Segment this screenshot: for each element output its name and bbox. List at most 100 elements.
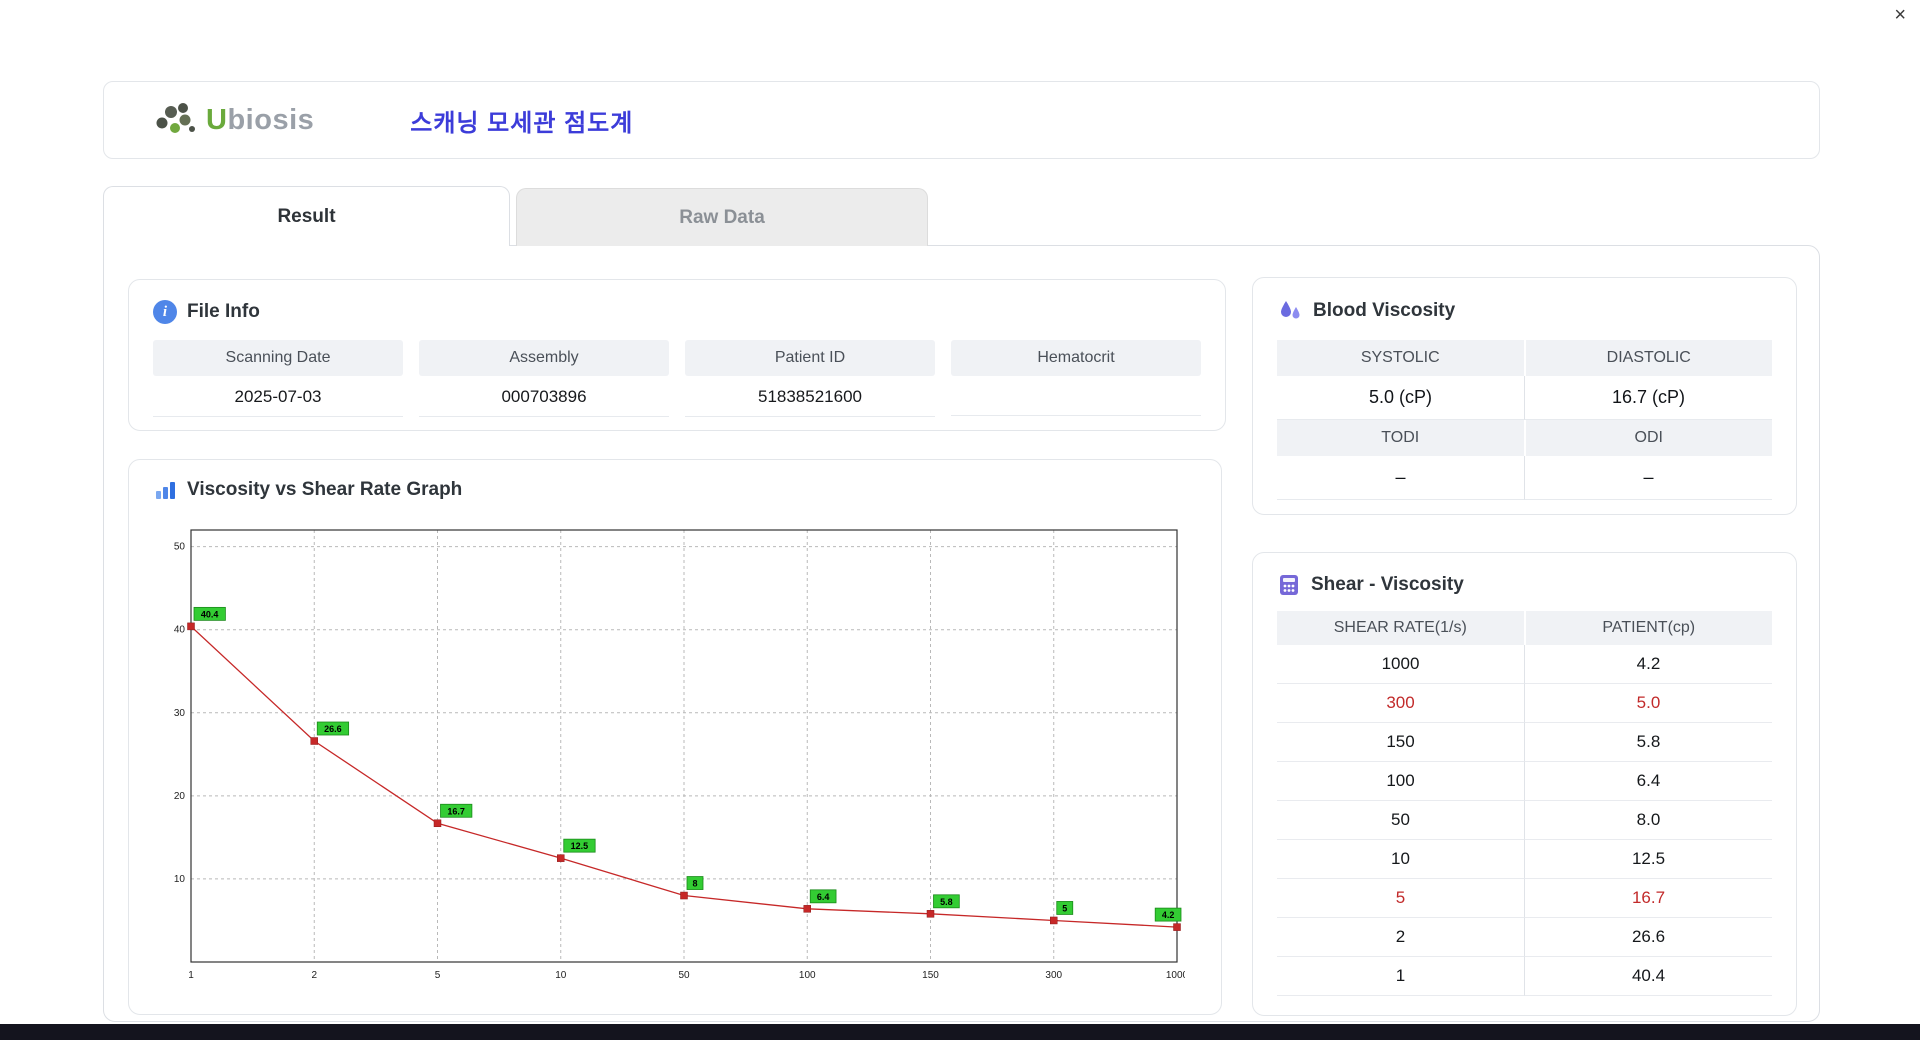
blood-viscosity-grid: SYSTOLIC DIASTOLIC 5.0 (cP) 16.7 (cP) TODI OD… xyxy=(1277,340,1772,500)
svg-text:40.4: 40.4 xyxy=(201,609,219,619)
shear-table-cell: 5 xyxy=(1277,879,1524,918)
file-info-header: i File Info xyxy=(153,300,1201,324)
blood-viscosity-value: 16.7 (cP) xyxy=(1524,376,1772,420)
viscosity-chart: 10 20 30 40 50 1 2 5 10 50 100 150 300 1000 40.4 26.6 16… xyxy=(174,529,1189,981)
close-icon[interactable]: × xyxy=(1894,5,1906,25)
shear-table-cell: 1000 xyxy=(1277,645,1524,684)
file-info-field-label: Patient ID xyxy=(685,340,935,376)
shear-viscosity-table: SHEAR RATE(1/s) PATIENT(cp) 1000 4.2 300 5.0 1… xyxy=(1277,611,1772,996)
blood-viscosity-card: Blood Viscosity SYSTOLIC DIASTOLIC 5.0 (cP… xyxy=(1252,277,1797,515)
shear-table-cell: 12.5 xyxy=(1524,840,1772,879)
svg-text:5: 5 xyxy=(1062,903,1067,913)
blood-viscosity-label: SYSTOLIC xyxy=(1277,340,1524,376)
shear-table-cell: 150 xyxy=(1277,723,1524,762)
svg-text:1000: 1000 xyxy=(1166,970,1185,981)
result-panel: i File Info Scanning Date 2025-07-03 Assem… xyxy=(103,245,1820,1022)
file-info-fields: Scanning Date 2025-07-03 Assembly 000703896… xyxy=(153,340,1201,417)
shear-table-header-row: SHEAR RATE(1/s) PATIENT(cp) xyxy=(1277,611,1772,645)
droplet-icon xyxy=(1281,301,1300,319)
svg-text:20: 20 xyxy=(174,791,186,802)
svg-text:6.4: 6.4 xyxy=(817,892,830,902)
shear-table-cell: 26.6 xyxy=(1524,918,1772,957)
blood-viscosity-value: – xyxy=(1277,456,1524,500)
svg-text:100: 100 xyxy=(799,970,816,981)
file-info-field-value: 2025-07-03 xyxy=(153,376,403,417)
file-info-field-value: 000703896 xyxy=(419,376,669,417)
shear-table-row: 10 12.5 xyxy=(1277,840,1772,879)
tab-result[interactable]: Result xyxy=(103,186,510,246)
logo-letter-u: U xyxy=(206,103,228,136)
file-info-field-label: Scanning Date xyxy=(153,340,403,376)
shear-table-cell: 40.4 xyxy=(1524,957,1772,996)
shear-viscosity-header: Shear - Viscosity xyxy=(1277,573,1772,597)
shear-table-row: 1000 4.2 xyxy=(1277,645,1772,684)
blood-viscosity-value-row: 5.0 (cP) 16.7 (cP) xyxy=(1277,376,1772,420)
blood-viscosity-label-row: TODI ODI xyxy=(1277,420,1772,456)
svg-text:10: 10 xyxy=(174,874,186,885)
shear-table-cell: 300 xyxy=(1277,684,1524,723)
svg-text:150: 150 xyxy=(922,970,939,981)
shear-table-column-header: PATIENT(cp) xyxy=(1523,611,1772,645)
bar-chart-icon xyxy=(156,482,175,499)
graph-header: Viscosity vs Shear Rate Graph xyxy=(153,478,1197,502)
shear-table-cell: 100 xyxy=(1277,762,1524,801)
blood-viscosity-label: ODI xyxy=(1523,420,1772,456)
svg-text:5: 5 xyxy=(435,970,441,981)
svg-text:30: 30 xyxy=(174,708,186,719)
shear-table-row: 300 5.0 xyxy=(1277,684,1772,723)
blood-viscosity-label: DIASTOLIC xyxy=(1523,340,1772,376)
file-info-field-label: Assembly xyxy=(419,340,669,376)
svg-text:1: 1 xyxy=(188,970,194,981)
svg-text:8: 8 xyxy=(692,879,697,889)
info-icon: i xyxy=(153,300,177,324)
ubiosis-logo-icon xyxy=(156,103,195,133)
shear-table-row: 100 6.4 xyxy=(1277,762,1772,801)
blood-viscosity-title: Blood Viscosity xyxy=(1313,300,1456,321)
file-info-field: Hematocrit xyxy=(951,340,1201,417)
app-header: Ubiosis 스캐닝 모세관 점도계 xyxy=(103,81,1820,159)
shear-table-cell: 16.7 xyxy=(1524,879,1772,918)
tabs: Result Raw Data xyxy=(103,186,928,246)
file-info-field: Assembly 000703896 xyxy=(419,340,669,417)
graph-title: Viscosity vs Shear Rate Graph xyxy=(187,479,463,500)
svg-text:4.2: 4.2 xyxy=(1162,910,1175,920)
graph-card: Viscosity vs Shear Rate Graph 10 20 30 40 50… xyxy=(128,459,1222,1015)
shear-viscosity-title: Shear - Viscosity xyxy=(1311,574,1464,595)
blood-viscosity-value: 5.0 (cP) xyxy=(1277,376,1524,420)
svg-text:50: 50 xyxy=(678,970,690,981)
table-icon xyxy=(1280,575,1298,595)
shear-table-cell: 10 xyxy=(1277,840,1524,879)
shear-table-row: 5 16.7 xyxy=(1277,879,1772,918)
tab-raw-data[interactable]: Raw Data xyxy=(516,188,928,246)
svg-text:40: 40 xyxy=(174,625,186,636)
shear-table-cell: 5.0 xyxy=(1524,684,1772,723)
shear-table-column-header: SHEAR RATE(1/s) xyxy=(1277,611,1524,645)
file-info-field-value: 51838521600 xyxy=(685,376,935,417)
svg-text:12.5: 12.5 xyxy=(571,841,589,851)
logo-rest: biosis xyxy=(227,103,315,136)
shear-table-cell: 5.8 xyxy=(1524,723,1772,762)
file-info-field-label: Hematocrit xyxy=(951,340,1201,376)
shear-table-cell: 50 xyxy=(1277,801,1524,840)
file-info-title: File Info xyxy=(187,301,260,322)
file-info-field-value xyxy=(951,376,1201,416)
blood-viscosity-label-row: SYSTOLIC DIASTOLIC xyxy=(1277,340,1772,376)
svg-text:5.8: 5.8 xyxy=(940,897,953,907)
viscosity-chart-container: 10 20 30 40 50 1 2 5 10 50 100 150 300 1000 40.4 26.6 16… xyxy=(145,520,1189,992)
shear-table-row: 150 5.8 xyxy=(1277,723,1772,762)
svg-text:2: 2 xyxy=(311,970,317,981)
svg-text:16.7: 16.7 xyxy=(447,806,465,816)
svg-text:26.6: 26.6 xyxy=(324,724,342,734)
page-title: 스캐닝 모세관 점도계 xyxy=(410,109,634,137)
logo-text: Ubiosis xyxy=(206,104,314,137)
shear-viscosity-card: Shear - Viscosity SHEAR RATE(1/s) PATIENT… xyxy=(1252,552,1797,1016)
file-info-field: Scanning Date 2025-07-03 xyxy=(153,340,403,417)
shear-table-row: 2 26.6 xyxy=(1277,918,1772,957)
shear-table-cell: 4.2 xyxy=(1524,645,1772,684)
ubiosis-logo: Ubiosis xyxy=(152,99,314,141)
svg-text:50: 50 xyxy=(174,542,186,553)
svg-text:10: 10 xyxy=(555,970,567,981)
shear-table-cell: 1 xyxy=(1277,957,1524,996)
shear-table-row: 50 8.0 xyxy=(1277,801,1772,840)
blood-viscosity-value: – xyxy=(1524,456,1772,500)
